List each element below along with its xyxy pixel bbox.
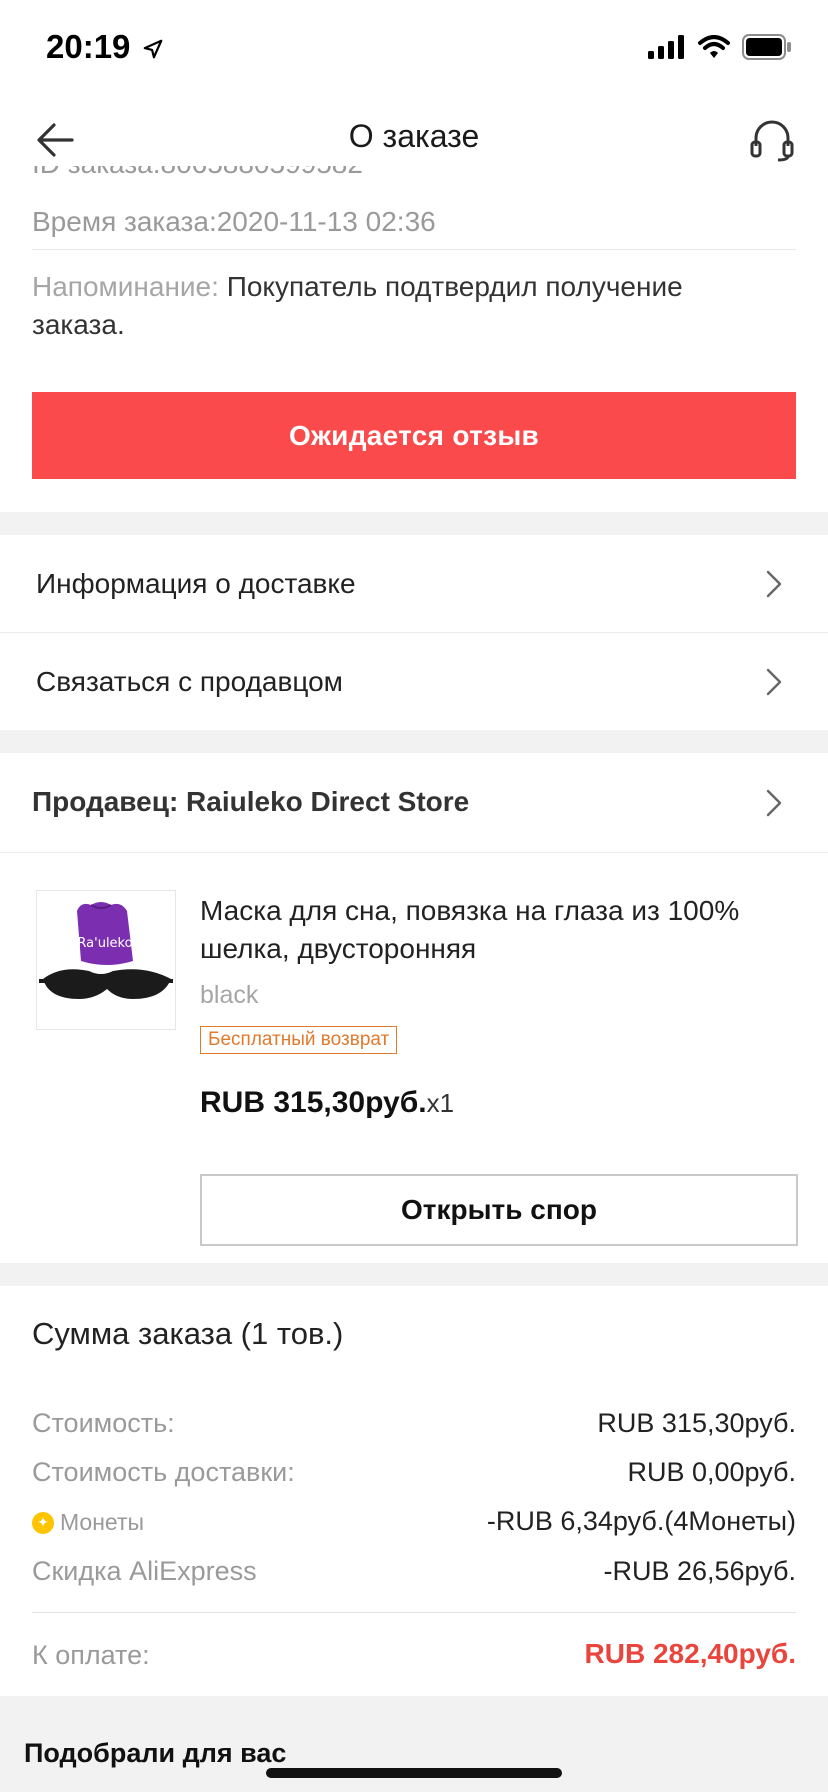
divider [32,1612,796,1613]
coins-label-text: Монеты [60,1509,145,1535]
sleep-mask-image: Ra'uleko [39,902,173,999]
total-label: К оплате: [32,1640,150,1670]
price-quantity: x1 [426,1088,455,1118]
summary-title: Сумма заказа (1 тов.) [32,1316,344,1351]
price-value: RUB 315,30руб. [200,1086,427,1119]
order-reminder: Напоминание: Покупатель подтвердил получ… [32,268,752,344]
product-price: RUB 315,30руб.x1 [200,1086,454,1120]
total-value: RUB 282,40руб. [584,1638,796,1669]
status-time: 20:19 [46,28,164,66]
headset-icon [750,120,794,162]
coins-value: -RUB 6,34руб.(4Монеты) [486,1506,796,1536]
section-gap [0,1263,828,1286]
product-variant: black [200,981,259,1009]
section-gap [0,730,828,753]
thumb-brand-text: Ra'uleko [77,936,132,951]
chevron-right-icon [766,789,782,816]
discount-value: -RUB 26,56руб. [603,1556,796,1586]
product-title[interactable]: Маска для сна, повязка на глаза из 100% … [200,892,790,968]
wifi-icon [698,35,730,58]
open-dispute-button[interactable]: Открыть спор [200,1174,798,1246]
chevron-right-icon [766,668,782,695]
coins-label: ✦ Монеты [32,1509,144,1536]
divider [0,852,828,853]
cost-label: Стоимость: [32,1408,175,1438]
discount-label: Скидка AliExpress [32,1556,257,1586]
signal-icon [648,35,684,59]
contact-seller-row[interactable]: Связаться с продавцом [0,633,828,730]
location-arrow-icon [143,39,162,59]
chevron-right-icon [766,570,782,597]
contact-seller-label: Связаться с продавцом [36,665,343,697]
awaiting-review-button[interactable]: Ожидается отзыв [32,392,796,479]
product-thumbnail[interactable]: Ra'uleko [36,890,176,1030]
order-time: Время заказа:2020-11-13 02:36 [32,206,436,237]
shipping-label: Стоимость доставки: [32,1457,295,1487]
order-id: ID заказа:8065880599582 [32,166,792,186]
home-indicator[interactable] [266,1768,562,1778]
support-button[interactable] [748,116,796,164]
delivery-info-label: Информация о доставке [36,567,356,599]
section-gap [0,512,828,535]
delivery-info-row[interactable]: Информация о доставке [0,535,828,632]
shipping-value: RUB 0,00руб. [627,1457,796,1487]
battery-icon [742,34,791,60]
reminder-label: Напоминание: [32,271,219,302]
free-return-badge: Бесплатный возврат [200,1026,398,1054]
coin-icon: ✦ [32,1511,54,1534]
recommend-title: Подобрали для вас [24,1738,287,1768]
status-icons [648,34,792,60]
divider [32,249,796,250]
seller-name: Продавец: Raiuleko Direct Store [32,786,470,817]
page-title: О заказе [348,118,480,154]
cost-value: RUB 315,30руб. [597,1408,796,1438]
